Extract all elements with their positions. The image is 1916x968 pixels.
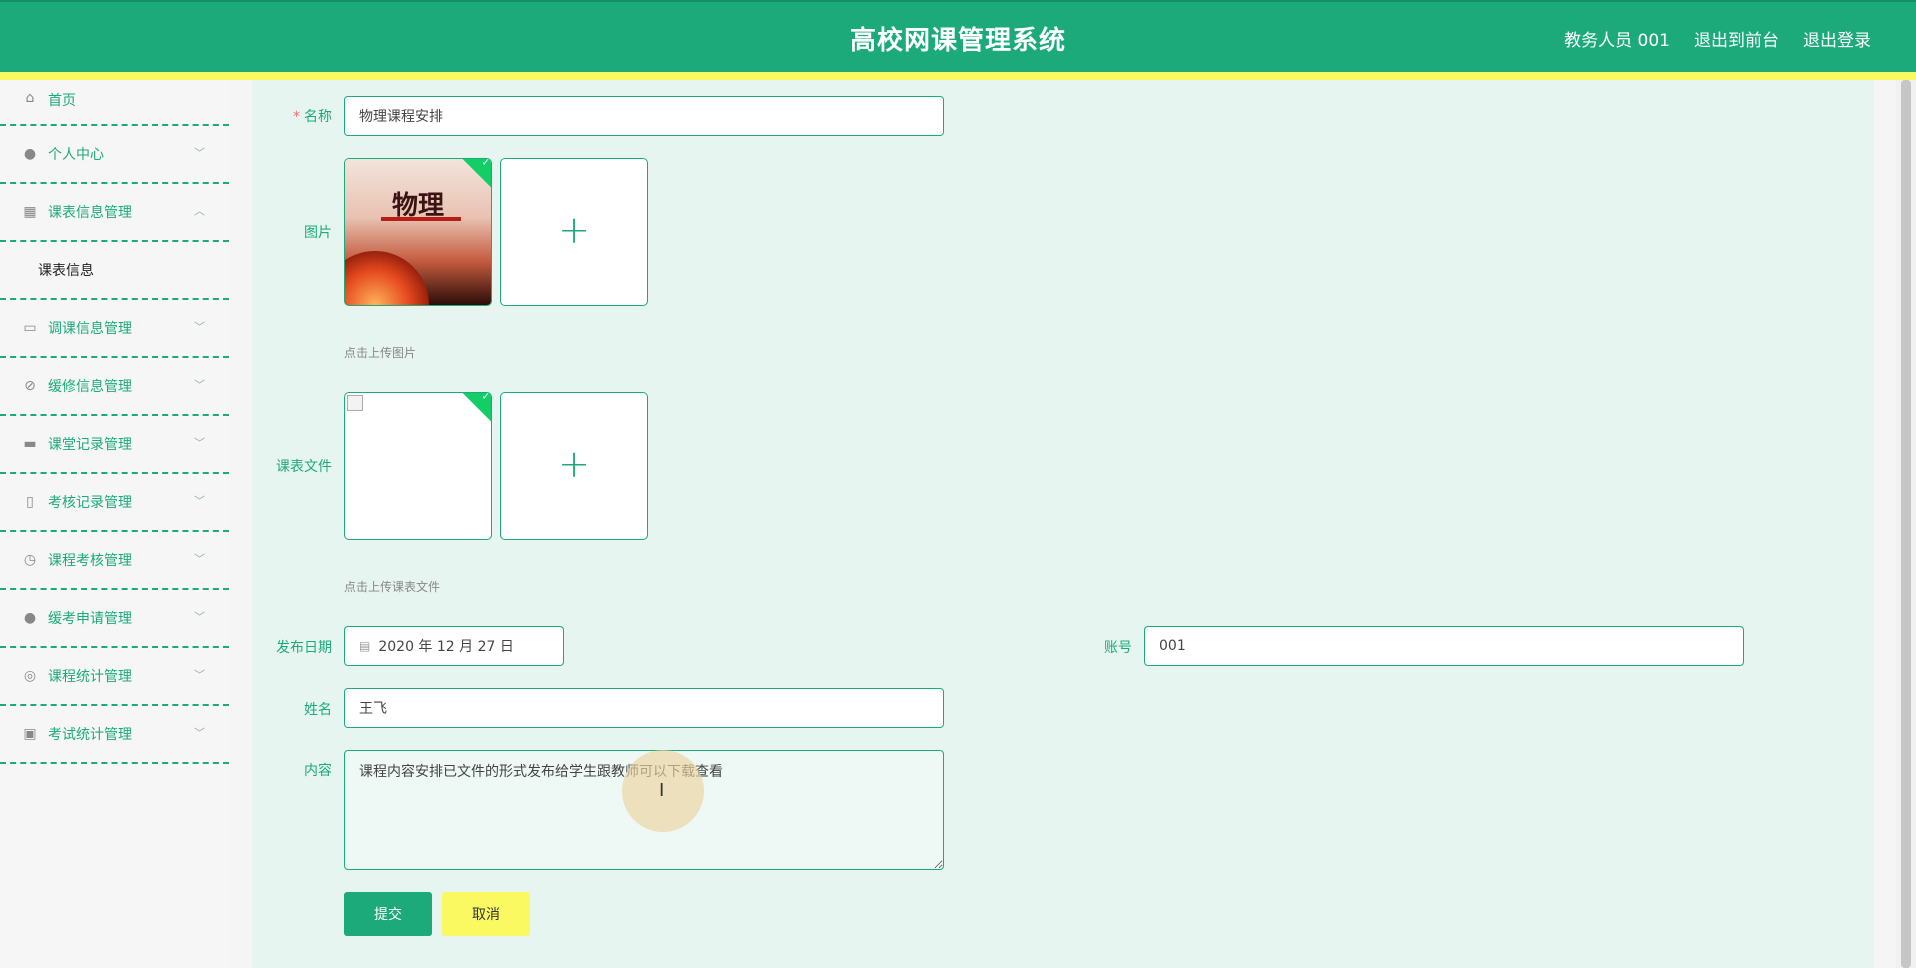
person-icon: ● [23,610,37,626]
sidebar-item-label: 首页 [48,93,76,109]
header-actions: 教务人员 001 退出到前台 退出登录 [1564,26,1871,51]
sidebar-item-label: 缓修信息管理 [48,379,132,395]
sidebar-item-home[interactable]: ⌂ 首页 [0,80,229,126]
sidebar-item-label: 课表信息管理 [48,205,132,221]
sidebar-subitem-label: 课表信息 [38,263,94,279]
chevron-down-icon: ﹀ [194,378,205,392]
sidebar-item-deferred-exam[interactable]: ● 缓考申请管理 ﹀ [0,590,229,648]
file-label: 课表文件 [276,459,332,475]
account-input[interactable]: 001 [1144,626,1744,666]
chevron-down-icon: ﹀ [194,726,205,740]
compass-icon: ◎ [23,668,37,684]
sidebar-item-course-assessment[interactable]: ◷ 课程考核管理 ﹀ [0,532,229,590]
chevron-down-icon: ﹀ [194,320,205,334]
sidebar-item-label: 课堂记录管理 [48,437,132,453]
image-label: 图片 [304,225,332,241]
apps-icon: ▣ [23,726,37,742]
chevron-down-icon: ﹀ [194,552,205,566]
account-label: 账号 [1104,640,1132,656]
image-upload-hint: 点击上传图片 [344,346,417,360]
sidebar-item-adjust-course[interactable]: ▭ 调课信息管理 ﹀ [0,300,229,358]
submit-button[interactable]: 提交 [344,892,432,936]
monitor-icon: ▬ [23,436,37,452]
uploaded-file-thumbnail[interactable]: ✓ [344,392,492,540]
sidebar-item-course-statistics[interactable]: ◎ 课程统计管理 ﹀ [0,648,229,706]
main-form-area: * 名称 物理课程安排 图片 物理 ✓ + 点击上传图片 课表文件 ✓ + 点击上… [252,80,1874,968]
name-input[interactable]: 物理课程安排 [344,96,944,136]
chevron-down-icon: ﹀ [194,494,205,508]
broken-image-icon [347,395,363,411]
name-label: * 名称 [293,109,332,125]
sidebar-item-label: 个人中心 [48,147,104,163]
person-name-label: 姓名 [304,702,332,718]
chevron-up-icon: ︿ [194,204,205,218]
chevron-down-icon: ﹀ [194,668,205,682]
calendar-icon: ▤ [359,639,371,653]
image-upload-button[interactable]: + [500,158,648,306]
logout-link[interactable]: 退出登录 [1803,26,1871,51]
chevron-down-icon: ﹀ [194,146,205,160]
sidebar-item-assessment-record[interactable]: ▯ 考核记录管理 ﹀ [0,474,229,532]
sidebar-item-label: 缓考申请管理 [48,611,132,627]
mic-icon: ▯ [26,494,34,510]
sidebar-item-label: 课程考核管理 [48,553,132,569]
scrollbar-thumb[interactable] [1901,80,1911,968]
current-user: 教务人员 001 [1564,31,1670,51]
date-picker[interactable]: ▤ 2020 年 12 月 27 日 [344,626,564,666]
upload-success-badge: ✓ [459,392,491,425]
check-icon: ✓ [481,158,490,169]
header-yellow-strip [0,72,1916,80]
sidebar-item-deferred-study[interactable]: ⊘ 缓修信息管理 ﹀ [0,358,229,416]
content-label: 内容 [304,763,332,779]
sidebar-item-personal-center[interactable]: ● 个人中心 ﹀ [0,126,229,184]
sidebar-item-label: 调课信息管理 [48,321,132,337]
cancel-button[interactable]: 取消 [442,892,530,936]
sidebar-item-schedule-management[interactable]: ▦ 课表信息管理 ︿ [0,184,229,242]
sidebar-subitem-schedule-info[interactable]: 课表信息 [0,242,229,300]
sidebar: ⌂ 首页 ● 个人中心 ﹀ ▦ 课表信息管理 ︿ 课表信息 ▭ 调课信息管理 ﹀… [0,80,229,968]
user-icon: ● [23,146,37,162]
bell-off-icon: ⊘ [24,378,36,394]
sidebar-item-label: 考核记录管理 [48,495,132,511]
sidebar-item-exam-statistics[interactable]: ▣ 考试统计管理 ﹀ [0,706,229,764]
top-header: 高校网课管理系统 教务人员 001 退出到前台 退出登录 [0,0,1916,80]
person-name-input[interactable]: 王飞 [344,688,944,728]
plus-icon: + [558,207,590,252]
uploaded-image-thumbnail[interactable]: 物理 ✓ [344,158,492,306]
file-upload-hint: 点击上传课表文件 [344,580,441,594]
sidebar-item-label: 考试统计管理 [48,727,132,743]
chevron-down-icon: ﹀ [194,610,205,624]
text-cursor-icon: I [659,780,665,801]
sidebar-item-class-record[interactable]: ▬ 课堂记录管理 ﹀ [0,416,229,474]
page-scrollbar[interactable] [1896,80,1916,968]
file-upload-button[interactable]: + [500,392,648,540]
check-icon: ✓ [481,392,490,403]
chevron-down-icon: ﹀ [194,436,205,450]
grid-icon: ▦ [23,204,37,220]
clock-icon: ◷ [23,552,37,568]
date-label: 发布日期 [276,640,332,656]
plus-icon: + [558,441,590,486]
physics-book-cover: 物理 [345,159,491,305]
home-icon: ⌂ [25,90,35,106]
exit-to-front-link[interactable]: 退出到前台 [1694,26,1779,51]
sidebar-item-label: 课程统计管理 [48,669,132,685]
wallet-icon: ▭ [23,320,37,336]
